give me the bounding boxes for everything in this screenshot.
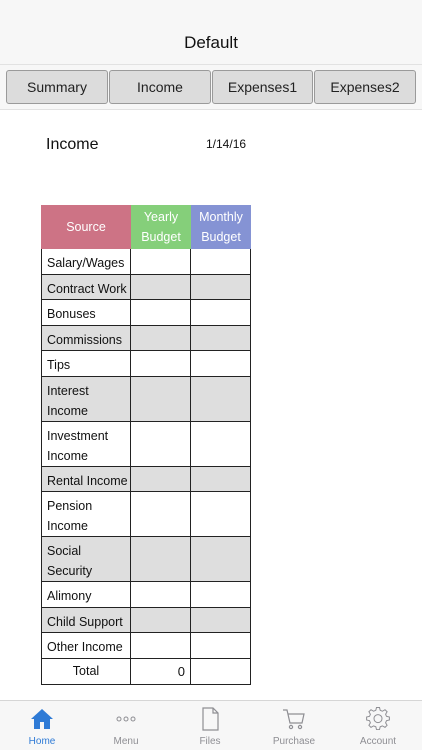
yearly-budget-cell[interactable] (131, 351, 191, 377)
yearly-budget-cell[interactable] (131, 274, 191, 300)
monthly-budget-cell[interactable] (191, 466, 251, 492)
yearly-budget-cell[interactable] (131, 492, 191, 537)
table-row: Social Security (41, 537, 251, 582)
tab-account[interactable]: Account (336, 701, 420, 750)
monthly-budget-cell[interactable] (191, 492, 251, 537)
table-row: Other Income (41, 633, 251, 659)
gear-icon (366, 707, 390, 731)
table-row: Tips (41, 351, 251, 377)
yearly-budget-cell[interactable] (131, 582, 191, 608)
table-row: Rental Income (41, 466, 251, 492)
table-header-row: Source Yearly Budget Monthly Budget (41, 205, 251, 249)
header-yearly-budget: Yearly Budget (131, 205, 191, 249)
yearly-budget-cell[interactable] (131, 421, 191, 467)
more-icon (116, 716, 136, 722)
row-source-label: Pension Income (41, 492, 131, 537)
tab-expenses1[interactable]: Expenses1 (212, 70, 313, 104)
tab-home-label: Home (28, 736, 56, 747)
tab-home[interactable]: Home (0, 701, 84, 750)
yearly-budget-cell[interactable] (131, 607, 191, 633)
tab-purchase-label: Purchase (272, 736, 316, 747)
monthly-budget-cell[interactable] (191, 249, 251, 275)
tab-files-label: Files (199, 736, 221, 747)
tab-bar: Home Menu Files Purchase Account (0, 700, 422, 750)
yearly-budget-cell[interactable] (131, 537, 191, 582)
table-row: Alimony (41, 582, 251, 608)
row-source-label: Social Security (41, 537, 131, 582)
monthly-budget-cell[interactable] (191, 300, 251, 326)
monthly-budget-cell[interactable] (191, 582, 251, 608)
monthly-budget-cell[interactable] (191, 607, 251, 633)
tab-purchase[interactable]: Purchase (252, 701, 336, 750)
table-row: Contract Work (41, 274, 251, 300)
section-tabs: Summary Income Expenses1 Expenses2 (0, 64, 422, 110)
monthly-budget-cell[interactable] (191, 351, 251, 377)
row-source-label: Interest Income (41, 376, 131, 422)
row-source-label: Salary/Wages (41, 249, 131, 275)
page-title: Default (184, 33, 238, 52)
table-row: Bonuses (41, 300, 251, 326)
total-yearly-value: 0 (131, 658, 191, 685)
row-source-label: Contract Work (41, 274, 131, 300)
monthly-budget-cell[interactable] (191, 537, 251, 582)
header-source: Source (41, 205, 131, 249)
monthly-budget-cell[interactable] (191, 325, 251, 351)
cart-icon (283, 709, 305, 730)
row-source-label: Investment Income (41, 421, 131, 467)
file-icon (202, 707, 219, 731)
total-label: Total (41, 658, 131, 685)
row-source-label: Rental Income (41, 466, 131, 492)
tab-account-label: Account (359, 736, 397, 747)
table-row: Pension Income (41, 492, 251, 537)
navigation-bar: Default (0, 0, 422, 64)
table-row: Interest Income (41, 376, 251, 422)
row-source-label: Alimony (41, 582, 131, 608)
yearly-budget-cell[interactable] (131, 249, 191, 275)
row-source-label: Other Income (41, 633, 131, 659)
tab-menu[interactable]: Menu (84, 701, 168, 750)
total-row: Total 0 (41, 658, 251, 685)
table-row: Commissions (41, 325, 251, 351)
total-monthly-value (191, 658, 251, 685)
yearly-budget-cell[interactable] (131, 466, 191, 492)
row-source-label: Commissions (41, 325, 131, 351)
header-monthly-budget: Monthly Budget (191, 205, 251, 249)
monthly-budget-cell[interactable] (191, 376, 251, 422)
yearly-budget-cell[interactable] (131, 300, 191, 326)
home-icon (31, 709, 53, 729)
tab-files[interactable]: Files (168, 701, 252, 750)
yearly-budget-cell[interactable] (131, 325, 191, 351)
tab-expenses2[interactable]: Expenses2 (314, 70, 416, 104)
tab-income[interactable]: Income (109, 70, 211, 104)
tab-menu-label: Menu (113, 736, 139, 747)
yearly-budget-cell[interactable] (131, 633, 191, 659)
income-table: Source Yearly Budget Monthly Budget Salary… (41, 205, 251, 685)
section-title: Income (46, 136, 99, 153)
table-row: Child Support (41, 607, 251, 633)
row-source-label: Tips (41, 351, 131, 377)
monthly-budget-cell[interactable] (191, 274, 251, 300)
section-date: 1/14/16 (206, 137, 247, 151)
table-row: Salary/Wages (41, 249, 251, 275)
row-source-label: Bonuses (41, 300, 131, 326)
monthly-budget-cell[interactable] (191, 421, 251, 467)
row-source-label: Child Support (41, 607, 131, 633)
yearly-budget-cell[interactable] (131, 376, 191, 422)
table-row: Investment Income (41, 421, 251, 467)
monthly-budget-cell[interactable] (191, 633, 251, 659)
tab-summary[interactable]: Summary (6, 70, 108, 104)
